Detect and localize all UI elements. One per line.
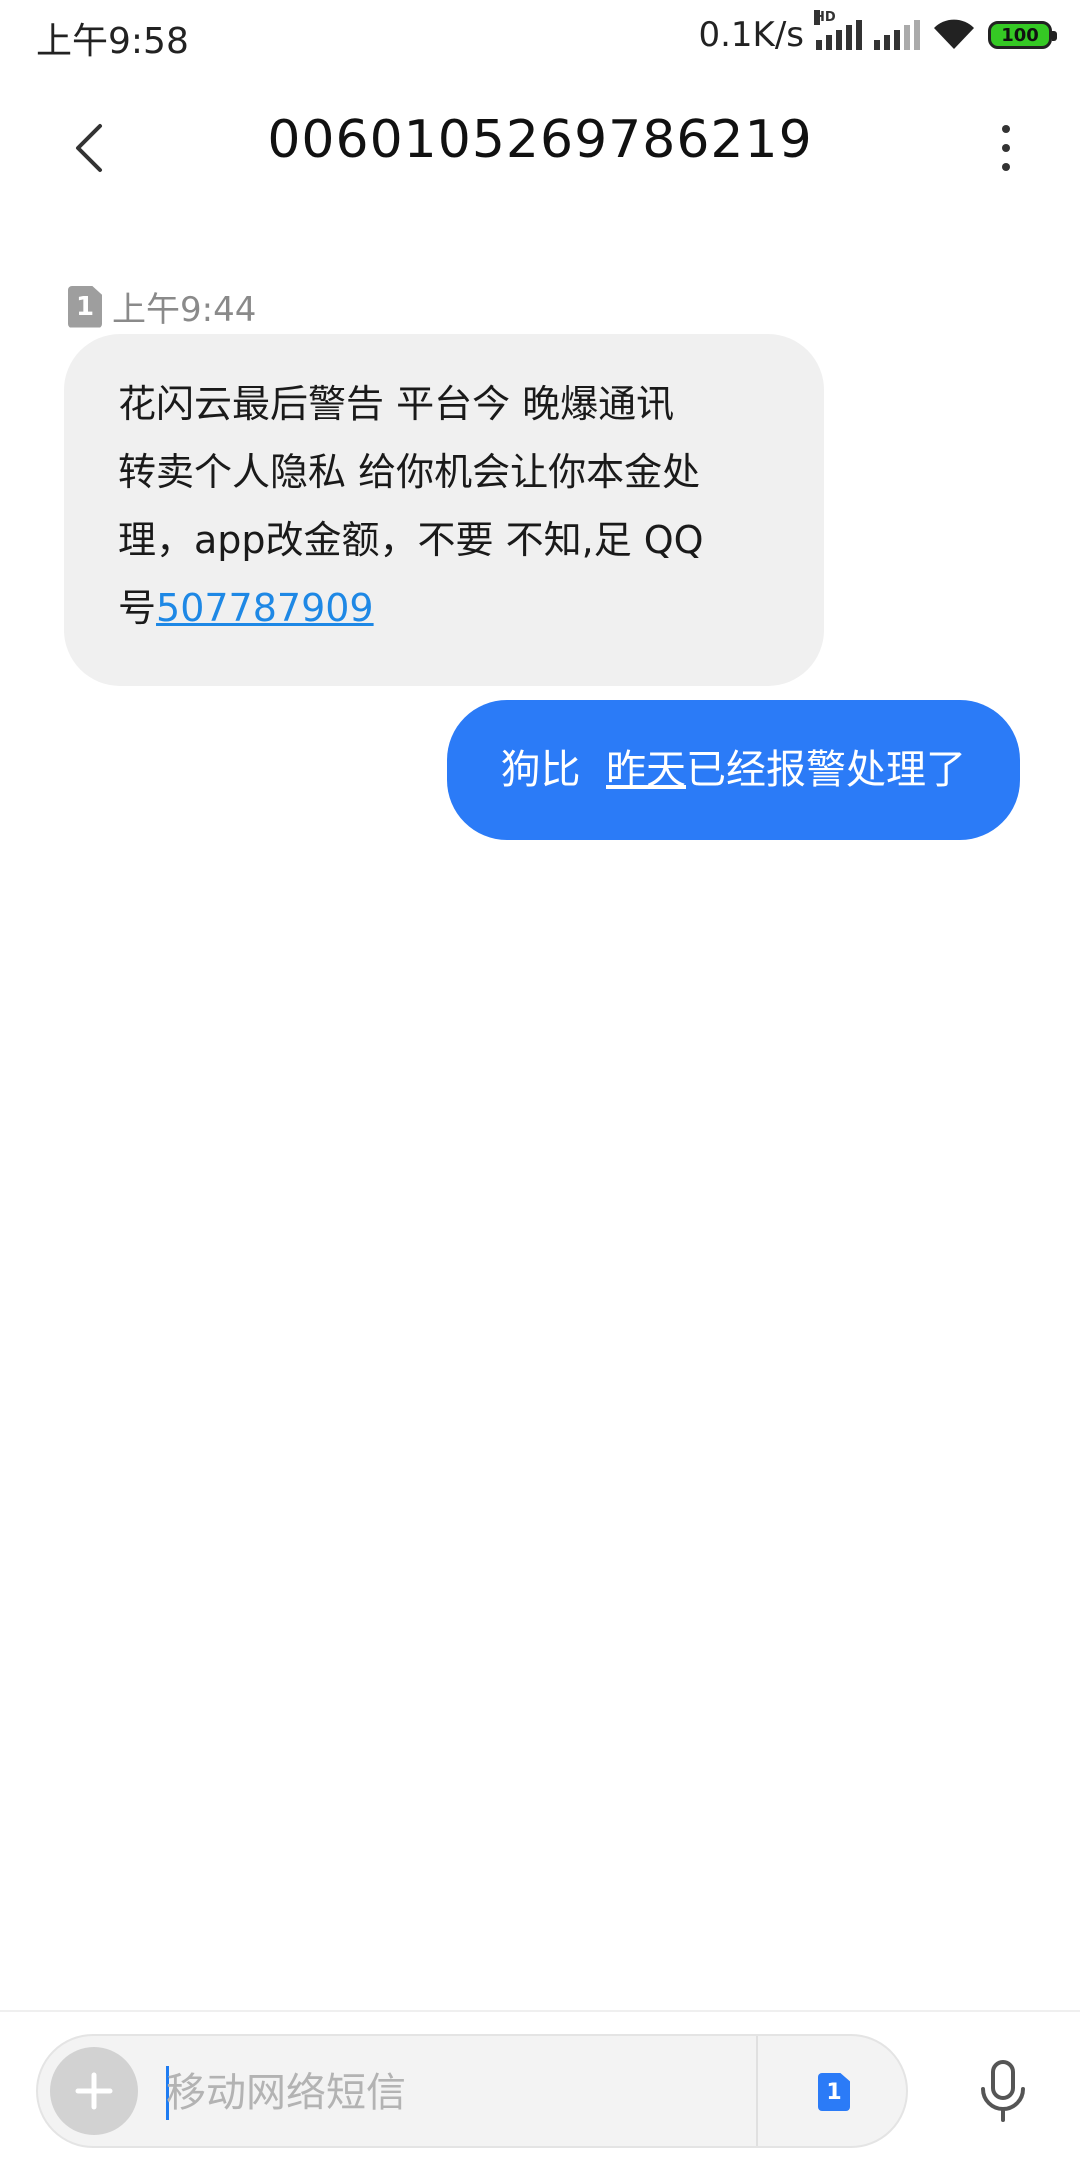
outgoing-message-bubble[interactable]: 狗比 昨天已经报警处理了 <box>446 700 1020 840</box>
sim-card-icon: 1 <box>68 285 102 328</box>
hd-label: HD <box>814 10 836 25</box>
message-text: 狗比 <box>500 747 606 793</box>
divider <box>0 2010 1080 2012</box>
message-input[interactable]: 移动网络短信 <box>166 2060 406 2118</box>
contact-title: 0060105269786219 <box>267 110 813 170</box>
sim-select-button[interactable]: 1 <box>808 2066 860 2118</box>
phone-number-link[interactable]: 507787909 <box>156 586 374 630</box>
more-dot-icon <box>1002 125 1010 133</box>
message-line: 号507787909 <box>118 574 770 642</box>
more-dot-icon <box>1002 144 1010 152</box>
voice-input-button[interactable] <box>958 2046 1048 2136</box>
message-text: 号 <box>118 586 157 630</box>
divider <box>756 2036 758 2146</box>
add-attachment-button[interactable] <box>50 2047 138 2135</box>
microphone-icon <box>981 2060 1025 2122</box>
conversation-header: 0060105269786219 <box>0 80 1080 210</box>
status-time: 上午9:58 <box>36 21 189 62</box>
status-bar: 上午9:58 0.1K/s HD 100 <box>0 0 1080 70</box>
message-line: 转卖个人隐私 给你机会让你本金处 <box>118 450 701 494</box>
battery-icon: 100 <box>988 21 1057 49</box>
sim-card-icon: 1 <box>818 2073 850 2111</box>
message-text: 已经报警处理了 <box>686 747 966 793</box>
more-options-button[interactable] <box>976 108 1036 188</box>
more-dot-icon <box>1002 163 1010 171</box>
battery-level: 100 <box>1001 24 1039 46</box>
plus-icon <box>75 2072 113 2110</box>
network-speed: 0.1K/s <box>698 15 804 55</box>
incoming-message-bubble[interactable]: 花闪云最后警告 平台今 晚爆通讯 转卖个人隐私 给你机会让你本金处 理，app改… <box>64 334 824 686</box>
message-line: 花闪云最后警告 平台今 晚爆通讯 <box>118 382 675 426</box>
signal-hd-icon: HD <box>814 10 862 50</box>
incoming-message-meta: 1 上午9:44 <box>68 282 256 331</box>
signal-icon <box>874 20 920 50</box>
date-link[interactable]: 昨天 <box>606 747 686 793</box>
wifi-icon <box>934 19 974 49</box>
message-time: 上午9:44 <box>112 290 257 330</box>
status-icons: 0.1K/s HD 100 <box>698 10 1057 60</box>
message-line: 理，app改金额，不要 不知,足 QQ <box>118 518 704 562</box>
back-button[interactable] <box>50 108 130 188</box>
compose-bar: 移动网络短信 1 <box>36 2034 908 2148</box>
chevron-left-icon <box>76 124 102 172</box>
